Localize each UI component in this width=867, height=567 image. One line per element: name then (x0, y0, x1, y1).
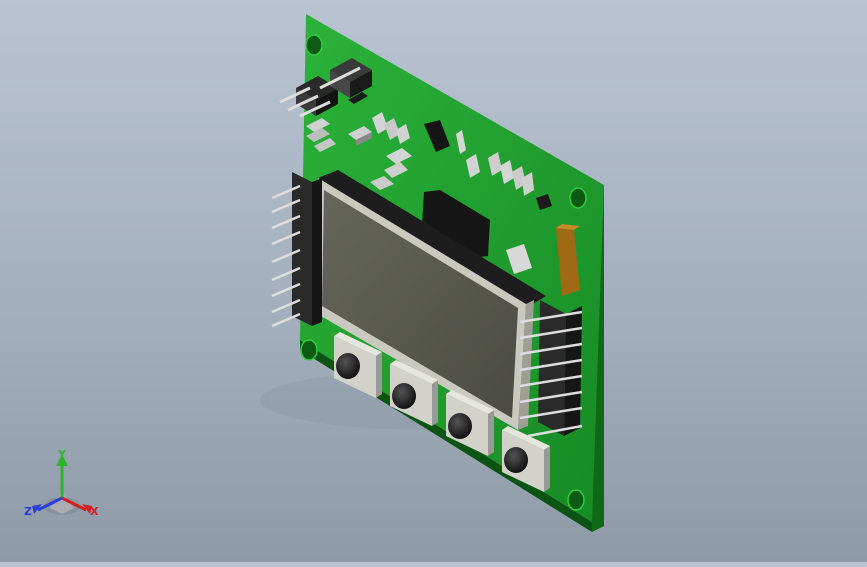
button-cap (448, 413, 472, 439)
mounting-hole-top-left (305, 34, 323, 56)
pcb-model-render (260, 14, 604, 532)
button-cap (504, 447, 528, 473)
mounting-hole-bottom-right (567, 489, 585, 511)
view-orientation-triad[interactable]: Y X Z (22, 448, 104, 528)
y-axis-label: Y (57, 448, 67, 461)
cad-viewport[interactable] (0, 0, 867, 562)
mounting-hole-bottom-left (300, 339, 318, 361)
z-axis-label: Z (24, 505, 32, 518)
mounting-hole-top-right (569, 187, 587, 209)
button-cap (392, 383, 416, 409)
x-axis-label: X (90, 505, 99, 518)
right-pin-header (519, 300, 583, 438)
left-pin-header (271, 172, 322, 328)
button-cap (336, 353, 360, 379)
